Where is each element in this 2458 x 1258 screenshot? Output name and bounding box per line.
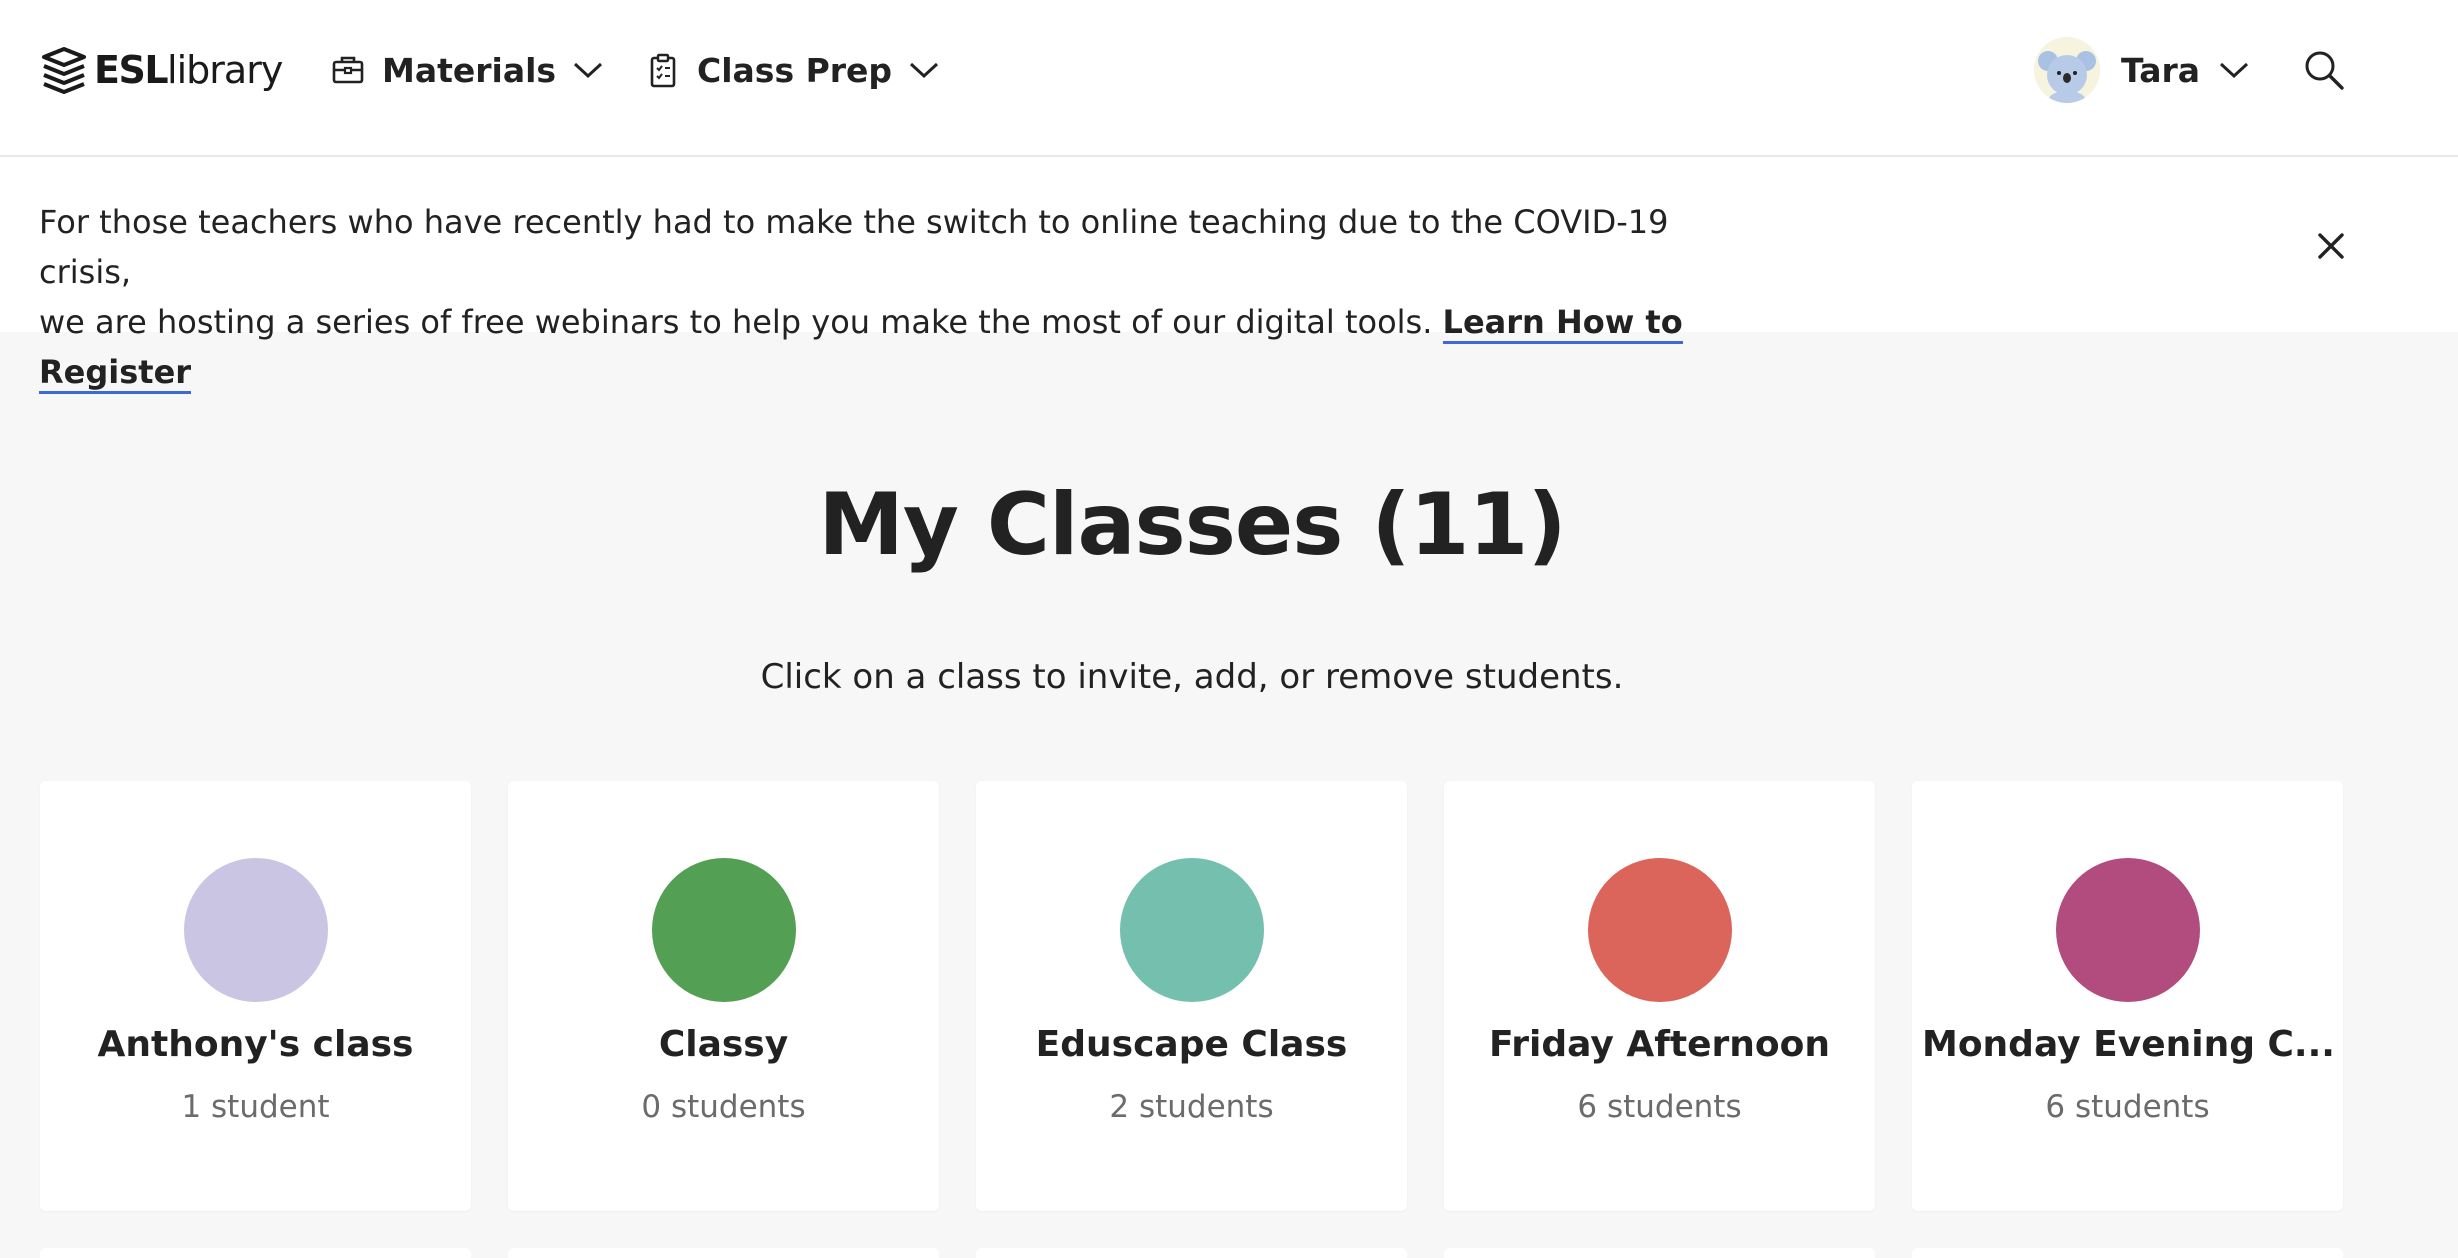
- logo-text-bold: ESL: [94, 48, 169, 92]
- user-menu[interactable]: Tara: [2034, 37, 2250, 103]
- class-student-count: 2 students: [1109, 1089, 1274, 1125]
- book-stack-icon: [42, 47, 86, 94]
- class-student-count: 6 students: [2045, 1089, 2210, 1125]
- nav-materials[interactable]: Materials: [330, 44, 604, 96]
- koala-icon: [2034, 37, 2100, 103]
- class-color-circle: [184, 858, 328, 1002]
- top-nav-bar: ESLlibrary Materials Class Prep Tara: [0, 0, 2458, 157]
- covid-webinar-banner: For those teachers who have recently had…: [0, 157, 2458, 394]
- class-card-partial[interactable]: [976, 1248, 1407, 1258]
- class-card[interactable]: Anthony's class 1 student: [40, 781, 471, 1211]
- chevron-down-icon: [574, 62, 603, 79]
- class-name: Friday Afternoon: [1489, 1024, 1830, 1065]
- nav-class-prep[interactable]: Class Prep: [645, 44, 940, 96]
- class-card[interactable]: Eduscape Class 2 students: [976, 781, 1407, 1211]
- class-card[interactable]: Friday Afternoon 6 students: [1444, 781, 1875, 1211]
- briefcase-icon: [332, 56, 364, 84]
- class-name: Eduscape Class: [1035, 1024, 1348, 1065]
- esl-library-logo[interactable]: ESLlibrary: [40, 44, 283, 96]
- banner-line-1: For those teachers who have recently had…: [39, 203, 1669, 291]
- class-color-circle: [652, 858, 796, 1002]
- banner-line-2: we are hosting a series of free webinars…: [39, 303, 1433, 341]
- class-name: Classy: [658, 1024, 789, 1065]
- class-student-count: 6 students: [1577, 1089, 1742, 1125]
- class-student-count: 1 student: [181, 1089, 330, 1125]
- logo-text-light: library: [167, 48, 283, 92]
- class-color-circle: [1120, 858, 1264, 1002]
- page-subtitle: Click on a class to invite, add, or remo…: [760, 657, 1624, 697]
- chevron-down-icon: [910, 62, 939, 79]
- class-card-partial[interactable]: [1912, 1248, 2343, 1258]
- class-color-circle: [2056, 858, 2200, 1002]
- user-name: Tara: [2121, 50, 2201, 90]
- class-name: Anthony's class: [97, 1024, 414, 1065]
- logo-text: ESLlibrary: [94, 48, 283, 92]
- nav-class-prep-label: Class Prep: [697, 50, 893, 90]
- banner-message: For those teachers who have recently had…: [39, 197, 1739, 397]
- search-icon[interactable]: [2302, 48, 2346, 92]
- close-icon[interactable]: [2314, 229, 2348, 263]
- class-name: Monday Evening C...: [1922, 1024, 2335, 1065]
- koala-avatar: [2034, 37, 2100, 103]
- class-card-partial[interactable]: [508, 1248, 939, 1258]
- class-card-partial[interactable]: [1444, 1248, 1875, 1258]
- class-card-partial[interactable]: [40, 1248, 471, 1258]
- class-color-circle: [1588, 858, 1732, 1002]
- class-card[interactable]: Classy 0 students: [508, 781, 939, 1211]
- class-card[interactable]: Monday Evening C... 6 students: [1912, 781, 2343, 1211]
- class-student-count: 0 students: [641, 1089, 806, 1125]
- chevron-down-icon: [2220, 62, 2249, 79]
- nav-materials-label: Materials: [382, 50, 557, 90]
- page-title: My Classes (11): [818, 475, 1566, 575]
- clipboard-icon: [650, 53, 676, 88]
